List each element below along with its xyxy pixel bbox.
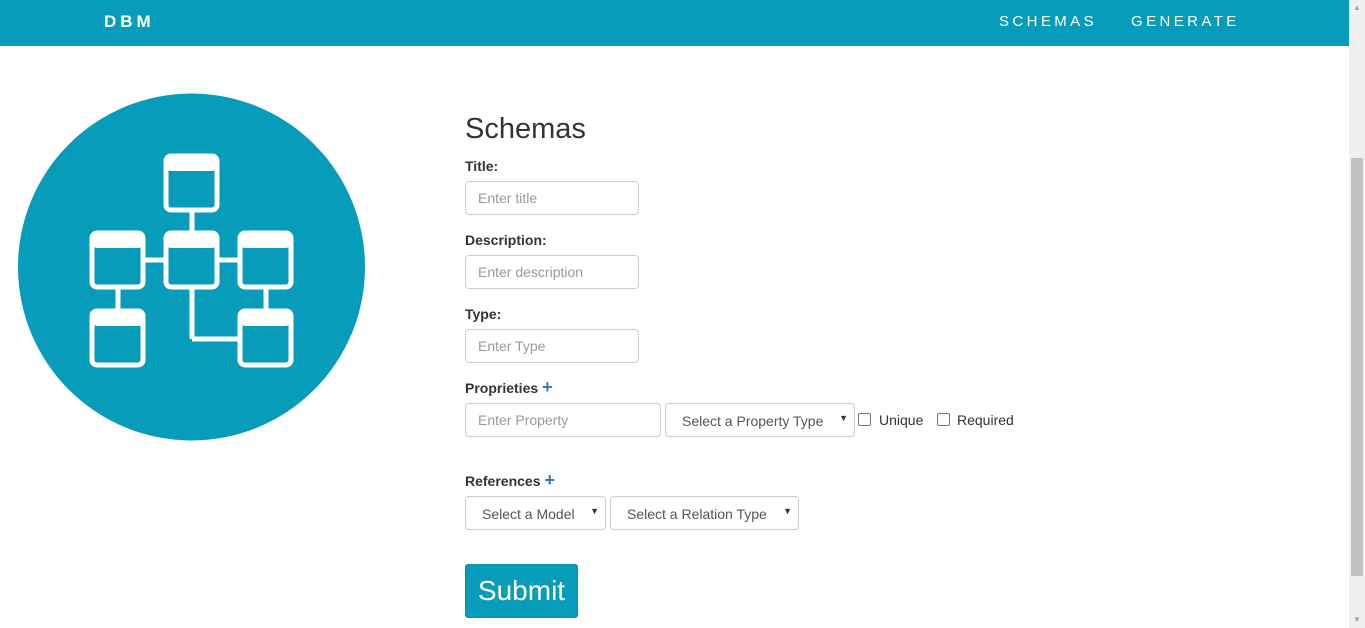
title-label: Title: [465,158,499,174]
database-schema-icon [18,93,365,441]
nav-link-schemas[interactable]: SCHEMAS [999,13,1097,30]
model-select-value: Select a Model [482,506,575,522]
scroll-up-arrow-icon[interactable]: ▲ [1349,0,1365,16]
relation-type-select[interactable]: Select a Relation Type ▼ [610,496,799,530]
type-label: Type: [465,306,502,322]
properties-label: Proprieties [465,380,539,396]
top-navbar: DBM SCHEMAS GENERATE [0,0,1349,46]
property-type-select[interactable]: Select a Property Type ▼ [665,403,855,437]
title-input[interactable] [465,181,639,215]
unique-checkbox[interactable] [858,413,871,426]
brand-logo[interactable]: DBM [104,12,155,32]
dropdown-caret-icon: ▼ [839,413,848,423]
required-label: Required [957,412,1014,428]
references-label: References [465,473,541,489]
page-title: Schemas [465,113,586,145]
properties-header: Proprieties + [465,378,553,396]
description-input[interactable] [465,255,639,289]
type-input[interactable] [465,329,639,363]
references-header: References + [465,471,556,489]
nav-link-generate[interactable]: GENERATE [1131,13,1240,30]
scroll-down-arrow-icon[interactable]: ▼ [1349,612,1365,628]
relation-type-select-value: Select a Relation Type [627,506,767,522]
dropdown-caret-icon: ▼ [590,506,599,516]
property-type-select-value: Select a Property Type [682,413,824,429]
add-reference-plus-icon[interactable]: + [545,471,556,489]
description-label: Description: [465,232,547,248]
dropdown-caret-icon: ▼ [783,506,792,516]
required-checkbox[interactable] [937,413,950,426]
add-property-plus-icon[interactable]: + [542,378,553,396]
model-select[interactable]: Select a Model ▼ [465,496,606,530]
property-name-input[interactable] [465,403,661,437]
unique-label: Unique [879,412,924,428]
submit-button[interactable]: Submit [465,564,578,618]
scrollbar-thumb[interactable] [1351,158,1363,576]
